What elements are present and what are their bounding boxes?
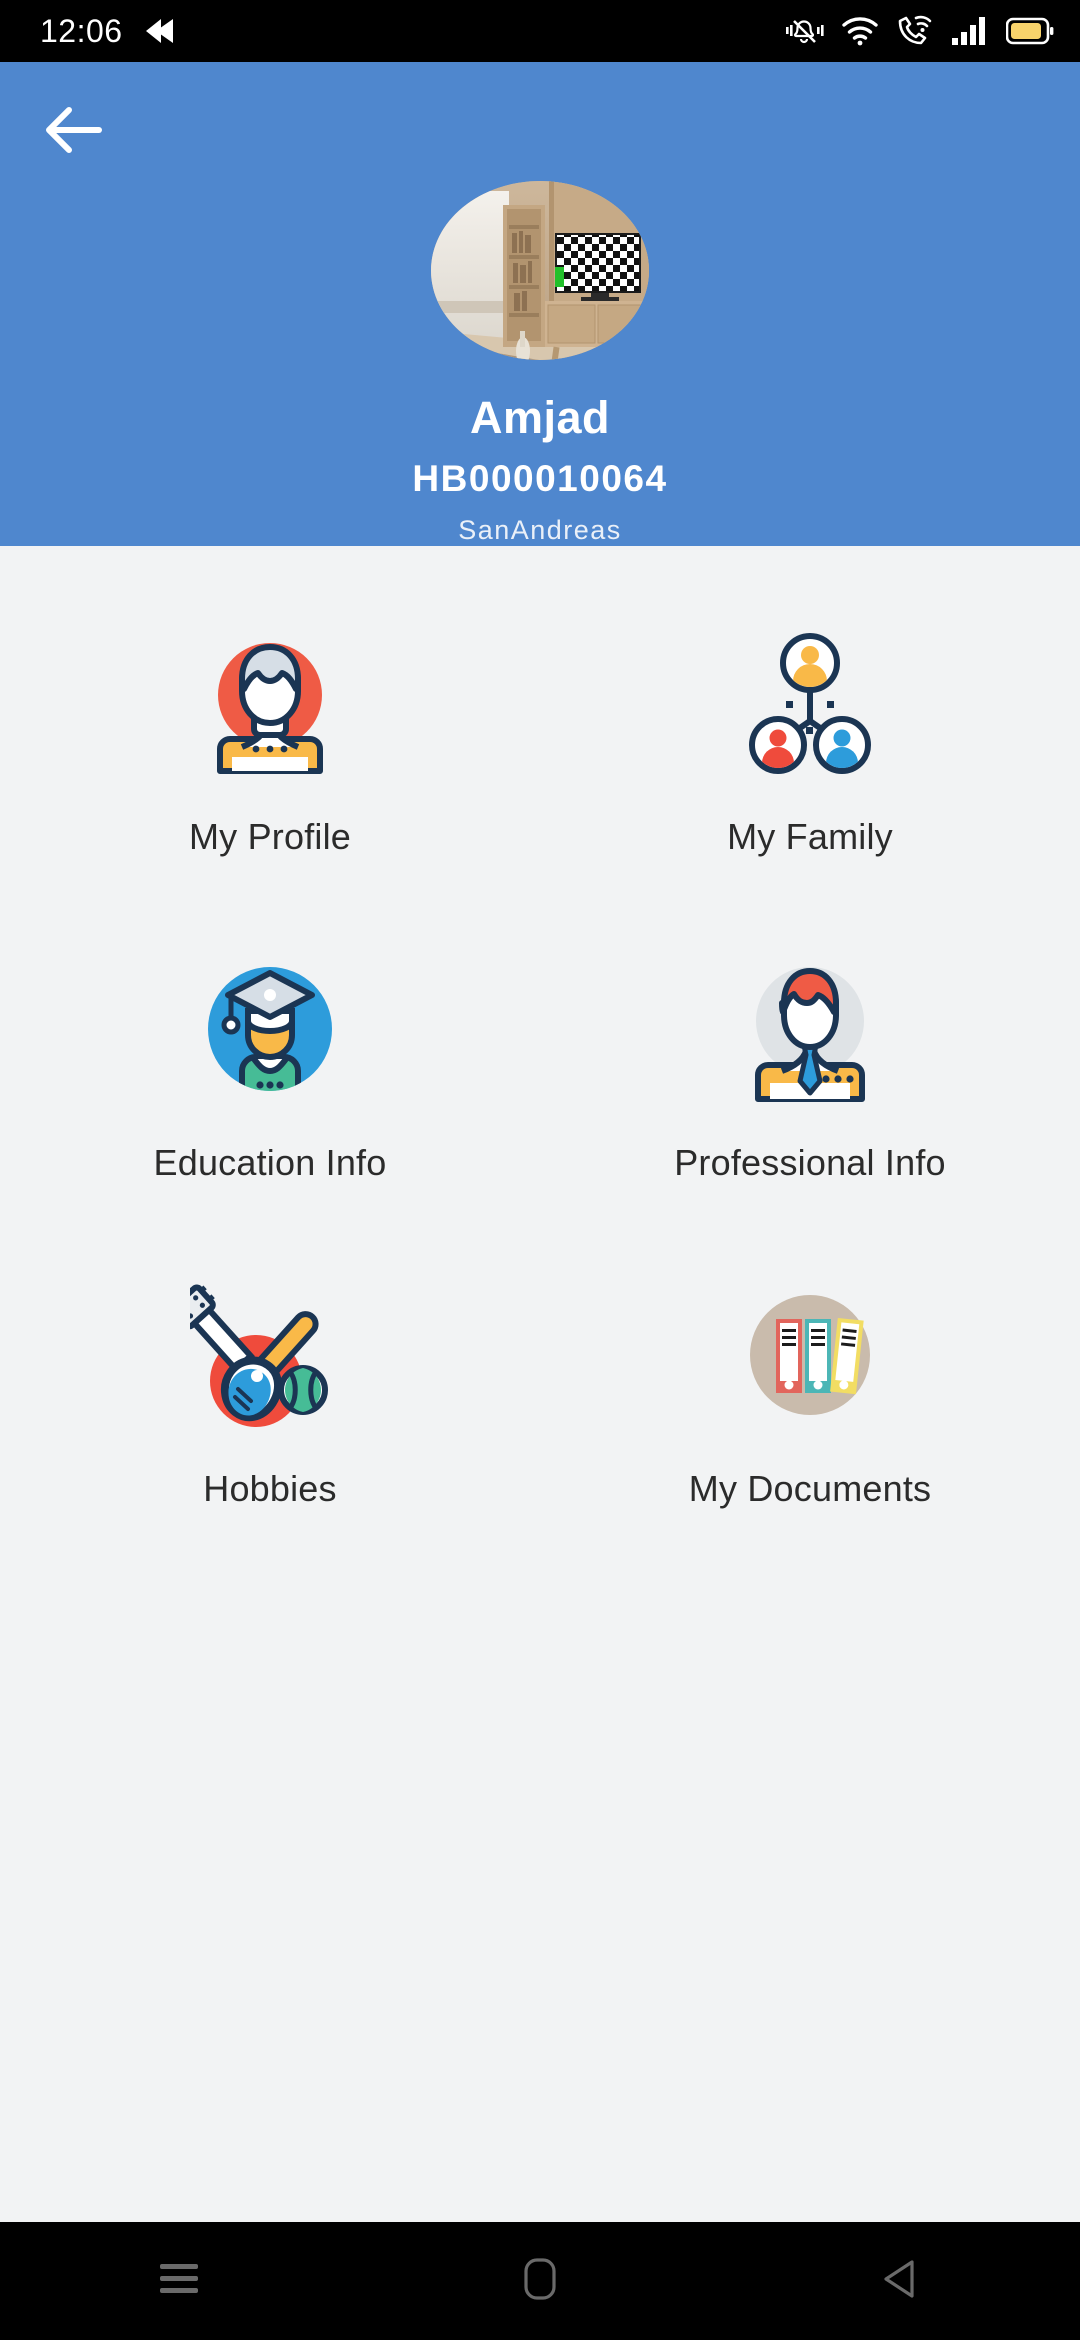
binders-icon bbox=[719, 1264, 901, 1446]
menu-grid: My Profile My Family Education Info Prof… bbox=[0, 546, 1080, 1524]
graduate-icon bbox=[179, 938, 361, 1120]
menu-item-my-family[interactable]: My Family bbox=[540, 598, 1080, 872]
triangle-left-icon bbox=[880, 2258, 920, 2305]
businessman-icon bbox=[719, 938, 901, 1120]
status-bar: 12:06 bbox=[0, 0, 1080, 62]
menu-item-hobbies[interactable]: Hobbies bbox=[0, 1250, 540, 1524]
status-bar-left: 12:06 bbox=[40, 13, 177, 50]
recents-button[interactable] bbox=[105, 2222, 255, 2340]
menu-item-professional-info[interactable]: Professional Info bbox=[540, 924, 1080, 1198]
profile-id: HB000010064 bbox=[412, 458, 668, 499]
menu-item-my-profile[interactable]: My Profile bbox=[0, 598, 540, 872]
profile-header: Amjad HB000010064 SanAndreas bbox=[0, 62, 1080, 546]
menu-item-education-info[interactable]: Education Info bbox=[0, 924, 540, 1198]
status-bar-clock: 12:06 bbox=[40, 12, 123, 49]
profile-name: Amjad bbox=[469, 392, 611, 443]
back-arrow-icon[interactable] bbox=[30, 88, 114, 172]
status-bar-right bbox=[784, 13, 1054, 49]
avatar[interactable] bbox=[431, 181, 649, 360]
vibrate-mute-icon bbox=[784, 13, 824, 49]
back-button[interactable] bbox=[825, 2222, 975, 2340]
menu-item-label: Education Info bbox=[153, 1142, 387, 1183]
menu-item-my-documents[interactable]: My Documents bbox=[540, 1250, 1080, 1524]
vowifi-call-icon bbox=[896, 15, 934, 47]
menu-item-label: My Family bbox=[727, 816, 893, 857]
rounded-square-icon bbox=[522, 2257, 558, 2306]
android-navigation-bar bbox=[0, 2222, 1080, 2340]
family-tree-icon bbox=[719, 612, 901, 794]
menu-item-label: Hobbies bbox=[203, 1468, 337, 1509]
signal-bars-icon bbox=[951, 16, 989, 46]
profile-location: SanAndreas bbox=[458, 515, 622, 545]
guitar-bat-ball-icon bbox=[179, 1264, 361, 1446]
menu-item-label: My Profile bbox=[188, 816, 352, 857]
user-avatar-icon bbox=[179, 612, 361, 794]
battery-icon bbox=[1006, 17, 1054, 45]
home-button[interactable] bbox=[465, 2222, 615, 2340]
menu-item-label: Professional Info bbox=[674, 1142, 946, 1183]
media-back-icon bbox=[143, 16, 177, 46]
wifi-icon bbox=[841, 16, 879, 46]
hamburger-icon bbox=[159, 2262, 201, 2301]
menu-item-label: My Documents bbox=[688, 1468, 932, 1509]
